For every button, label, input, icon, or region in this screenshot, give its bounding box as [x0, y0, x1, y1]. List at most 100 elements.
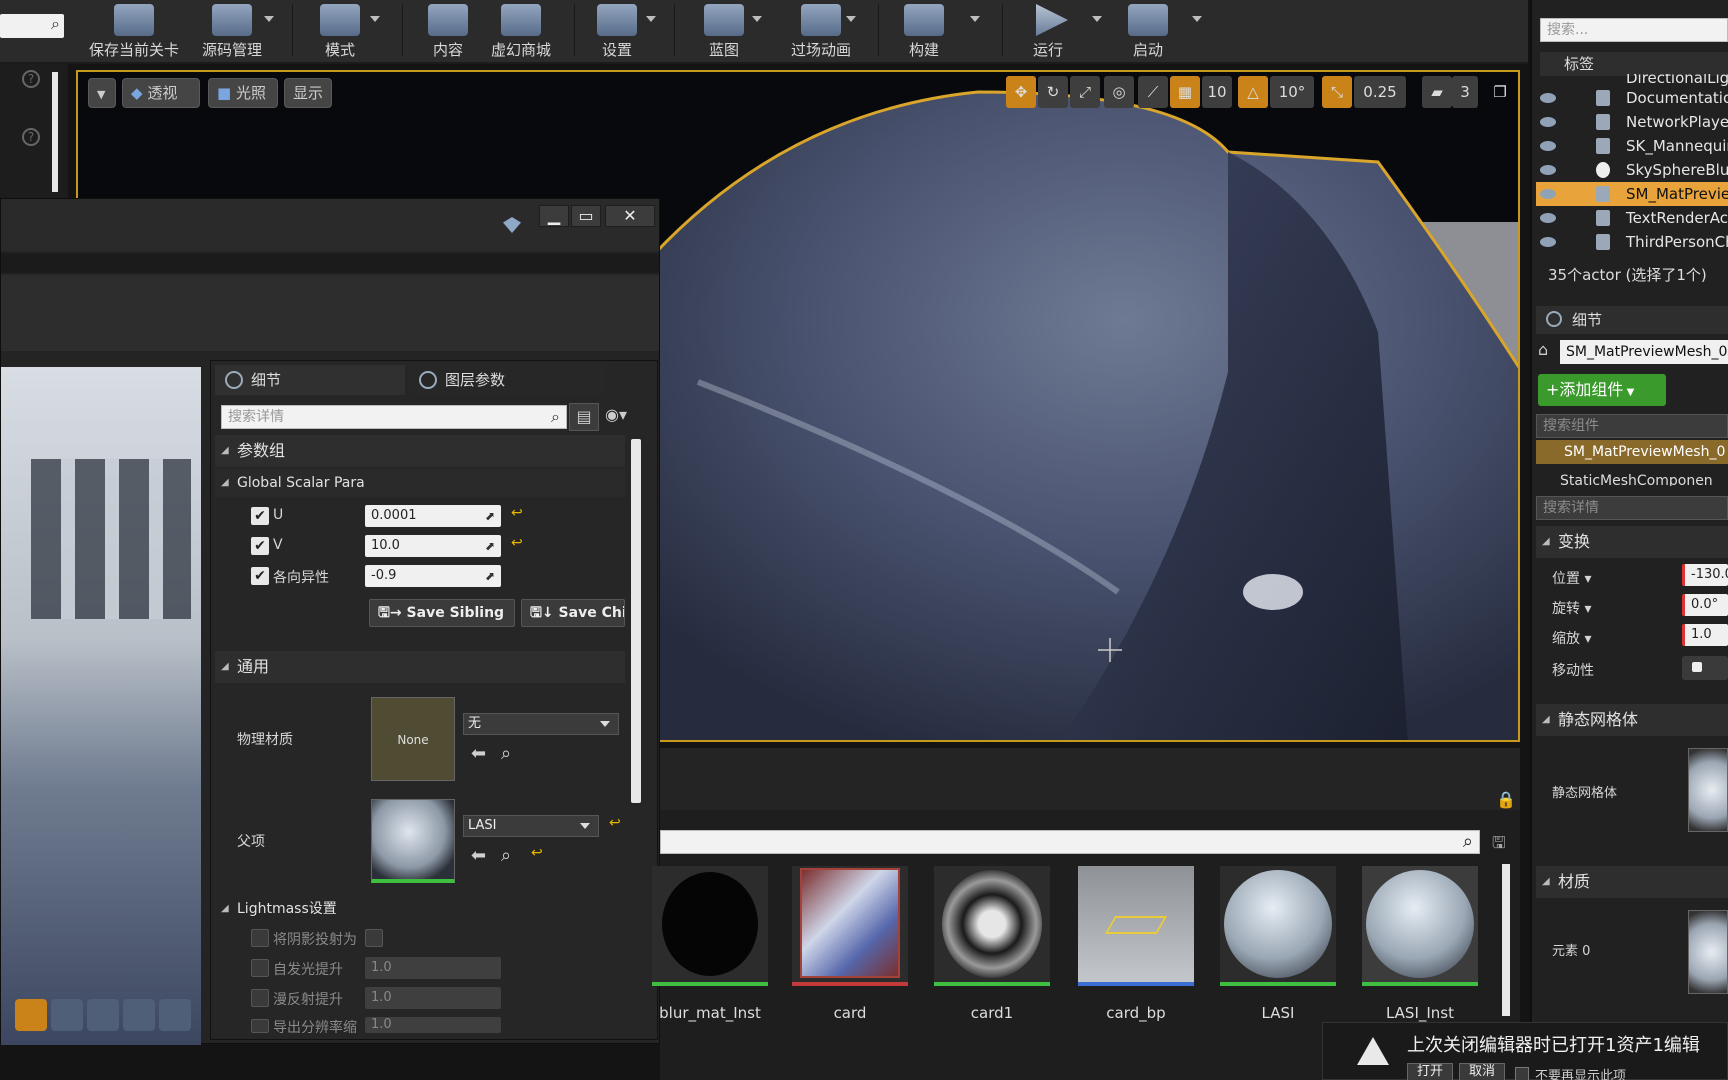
section-transform[interactable]: 变换	[1536, 526, 1728, 558]
eye-icon[interactable]	[1540, 189, 1556, 199]
asset-tile[interactable]	[1078, 866, 1194, 986]
tab-details[interactable]: 细节	[215, 365, 405, 395]
reset-default-icon[interactable]: ↩	[609, 815, 621, 831]
cast-shadow-checkbox[interactable]	[251, 929, 269, 947]
parent-combo[interactable]: LASI	[463, 815, 599, 837]
param-v-checkbox[interactable]: ✔	[251, 537, 269, 555]
blueprints-button[interactable]: 蓝图	[694, 0, 754, 60]
lock-icon[interactable]: 🔒	[1496, 790, 1516, 809]
close-button[interactable]: ✕	[605, 205, 655, 227]
diffuse-boost-checkbox[interactable]	[251, 989, 269, 1007]
viewport-options-button[interactable]: ▼	[88, 78, 116, 108]
phys-material-combo[interactable]: 无	[463, 713, 619, 735]
reset-default-icon[interactable]: ↩	[531, 845, 543, 861]
eye-icon[interactable]	[1540, 93, 1556, 103]
section-global-scalar[interactable]: Global Scalar Para	[215, 469, 625, 497]
scale-snap-value[interactable]: 0.25	[1354, 76, 1406, 108]
right-details-tab[interactable]: 细节	[1536, 306, 1728, 334]
eye-icon[interactable]	[1540, 165, 1556, 175]
build-button[interactable]: 构建	[896, 0, 952, 60]
outliner-row[interactable]: NetworkPlayer	[1536, 110, 1728, 134]
cinematics-button[interactable]: 过场动画	[776, 0, 866, 60]
mobility-toggle[interactable]	[1682, 656, 1728, 680]
play-button[interactable]: 运行	[1020, 0, 1076, 60]
maximize-button[interactable]: ▭	[571, 205, 601, 227]
build-dropdown-icon[interactable]	[970, 16, 980, 22]
browse-search-icon[interactable]: ⌕	[501, 845, 511, 866]
rotation-snap-icon[interactable]: △	[1238, 76, 1268, 108]
open-button[interactable]: 打开	[1407, 1063, 1453, 1080]
custom-mesh-preview-icon[interactable]	[159, 999, 191, 1031]
cast-shadow-value-checkbox[interactable]	[365, 929, 383, 947]
scale-tool-icon[interactable]: ⤢	[1070, 76, 1100, 108]
section-materials[interactable]: 材质	[1536, 866, 1728, 898]
scale-x-value[interactable]: 1.0	[1682, 624, 1728, 646]
content-scrollbar[interactable]	[1502, 864, 1510, 1016]
static-mesh-thumbnail[interactable]	[1688, 748, 1728, 832]
param-u-checkbox[interactable]: ✔	[251, 507, 269, 525]
reset-default-icon[interactable]: ↩	[511, 505, 523, 521]
param-anisotropy-value[interactable]: -0.9 ⬈	[365, 565, 501, 587]
asset-tile[interactable]	[652, 866, 768, 986]
eye-icon[interactable]	[1540, 117, 1556, 127]
details-scrollbar[interactable]	[631, 439, 641, 803]
actor-name-field[interactable]: SM_MatPreviewMesh_0	[1560, 340, 1728, 364]
rotation-snap-value[interactable]: 10°	[1270, 76, 1314, 108]
sphere-preview-icon[interactable]	[51, 999, 83, 1031]
param-u-value[interactable]: 0.0001 ⬈	[365, 505, 501, 527]
maximize-viewport-icon[interactable]: ❐	[1488, 76, 1512, 108]
outliner-row[interactable]: Documentation	[1536, 86, 1728, 110]
outliner-row[interactable]: DirectionalLight	[1536, 74, 1728, 86]
component-search-input[interactable]: 搜索组件	[1536, 414, 1728, 438]
outliner-row-selected[interactable]: SM_MatPrevie	[1536, 182, 1728, 206]
asset-search-input[interactable]: ⌕	[660, 830, 1480, 854]
source-control-dropdown-icon[interactable]	[264, 16, 274, 22]
rotate-tool-icon[interactable]: ↻	[1038, 76, 1068, 108]
save-level-button[interactable]: 保存当前关卡	[86, 0, 182, 60]
perspective-button[interactable]: ◆ 透视	[122, 78, 200, 108]
rotation-label[interactable]: 旋转 ▾	[1552, 598, 1591, 618]
asset-tile[interactable]	[1220, 866, 1336, 986]
use-selected-arrow-icon[interactable]: ⬅	[471, 845, 486, 866]
add-component-button[interactable]: +添加组件 ▼	[1538, 374, 1666, 406]
save-search-icon[interactable]: 🖫	[1492, 832, 1506, 859]
cinematics-dropdown-icon[interactable]	[846, 16, 856, 22]
eye-icon[interactable]	[1540, 141, 1556, 151]
section-lightmass[interactable]: Lightmass设置	[215, 893, 625, 925]
visibility-eye-icon[interactable]: ◉▾	[605, 405, 645, 429]
location-x-value[interactable]: -130.0	[1682, 564, 1728, 586]
cylinder-preview-icon[interactable]	[15, 999, 47, 1031]
show-button[interactable]: 显示	[284, 78, 332, 108]
save-child-button[interactable]: 🖫↓ Save Child	[521, 599, 625, 627]
play-dropdown-icon[interactable]	[1092, 16, 1102, 22]
save-sibling-button[interactable]: 🖫→ Save Sibling	[369, 599, 515, 627]
outliner-column-header[interactable]: 标签	[1540, 52, 1728, 76]
camera-speed-value[interactable]: 3	[1452, 76, 1478, 108]
launch-button[interactable]: 启动	[1120, 0, 1176, 60]
outliner-row[interactable]: TextRenderActo	[1536, 206, 1728, 230]
toolbar-search-box[interactable]: ⌕	[0, 14, 64, 38]
source-control-button[interactable]: 源码管理	[194, 0, 270, 60]
asset-tile[interactable]	[792, 866, 908, 986]
asset-tile[interactable]	[934, 866, 1050, 986]
right-details-search-input[interactable]: 搜索详情	[1536, 496, 1728, 520]
rotation-x-value[interactable]: 0.0°	[1682, 594, 1728, 616]
param-v-value[interactable]: 10.0 ⬈	[365, 535, 501, 557]
param-anisotropy-checkbox[interactable]: ✔	[251, 567, 269, 585]
emissive-boost-value[interactable]: 1.0	[365, 957, 501, 979]
parent-material-thumbnail[interactable]	[371, 799, 455, 883]
section-general[interactable]: 通用	[215, 651, 625, 683]
location-label[interactable]: 位置 ▾	[1552, 568, 1591, 588]
reset-default-icon[interactable]: ↩	[511, 535, 523, 551]
phys-material-thumbnail[interactable]: None	[371, 697, 455, 781]
scale-label[interactable]: 缩放 ▾	[1552, 628, 1591, 648]
material-thumbnail[interactable]	[1688, 910, 1728, 994]
marketplace-button[interactable]: 虚幻商城	[486, 0, 556, 60]
export-resolution-checkbox[interactable]	[251, 1019, 269, 1033]
component-root-row[interactable]: SM_MatPreviewMesh_0	[1536, 440, 1728, 464]
eye-icon[interactable]	[1540, 237, 1556, 247]
world-local-icon[interactable]: ◎	[1104, 76, 1134, 108]
plane-preview-icon[interactable]	[87, 999, 119, 1031]
details-search-input[interactable]: 搜索详情 ⌕	[221, 405, 567, 429]
section-static-mesh[interactable]: 静态网格体	[1536, 704, 1728, 736]
